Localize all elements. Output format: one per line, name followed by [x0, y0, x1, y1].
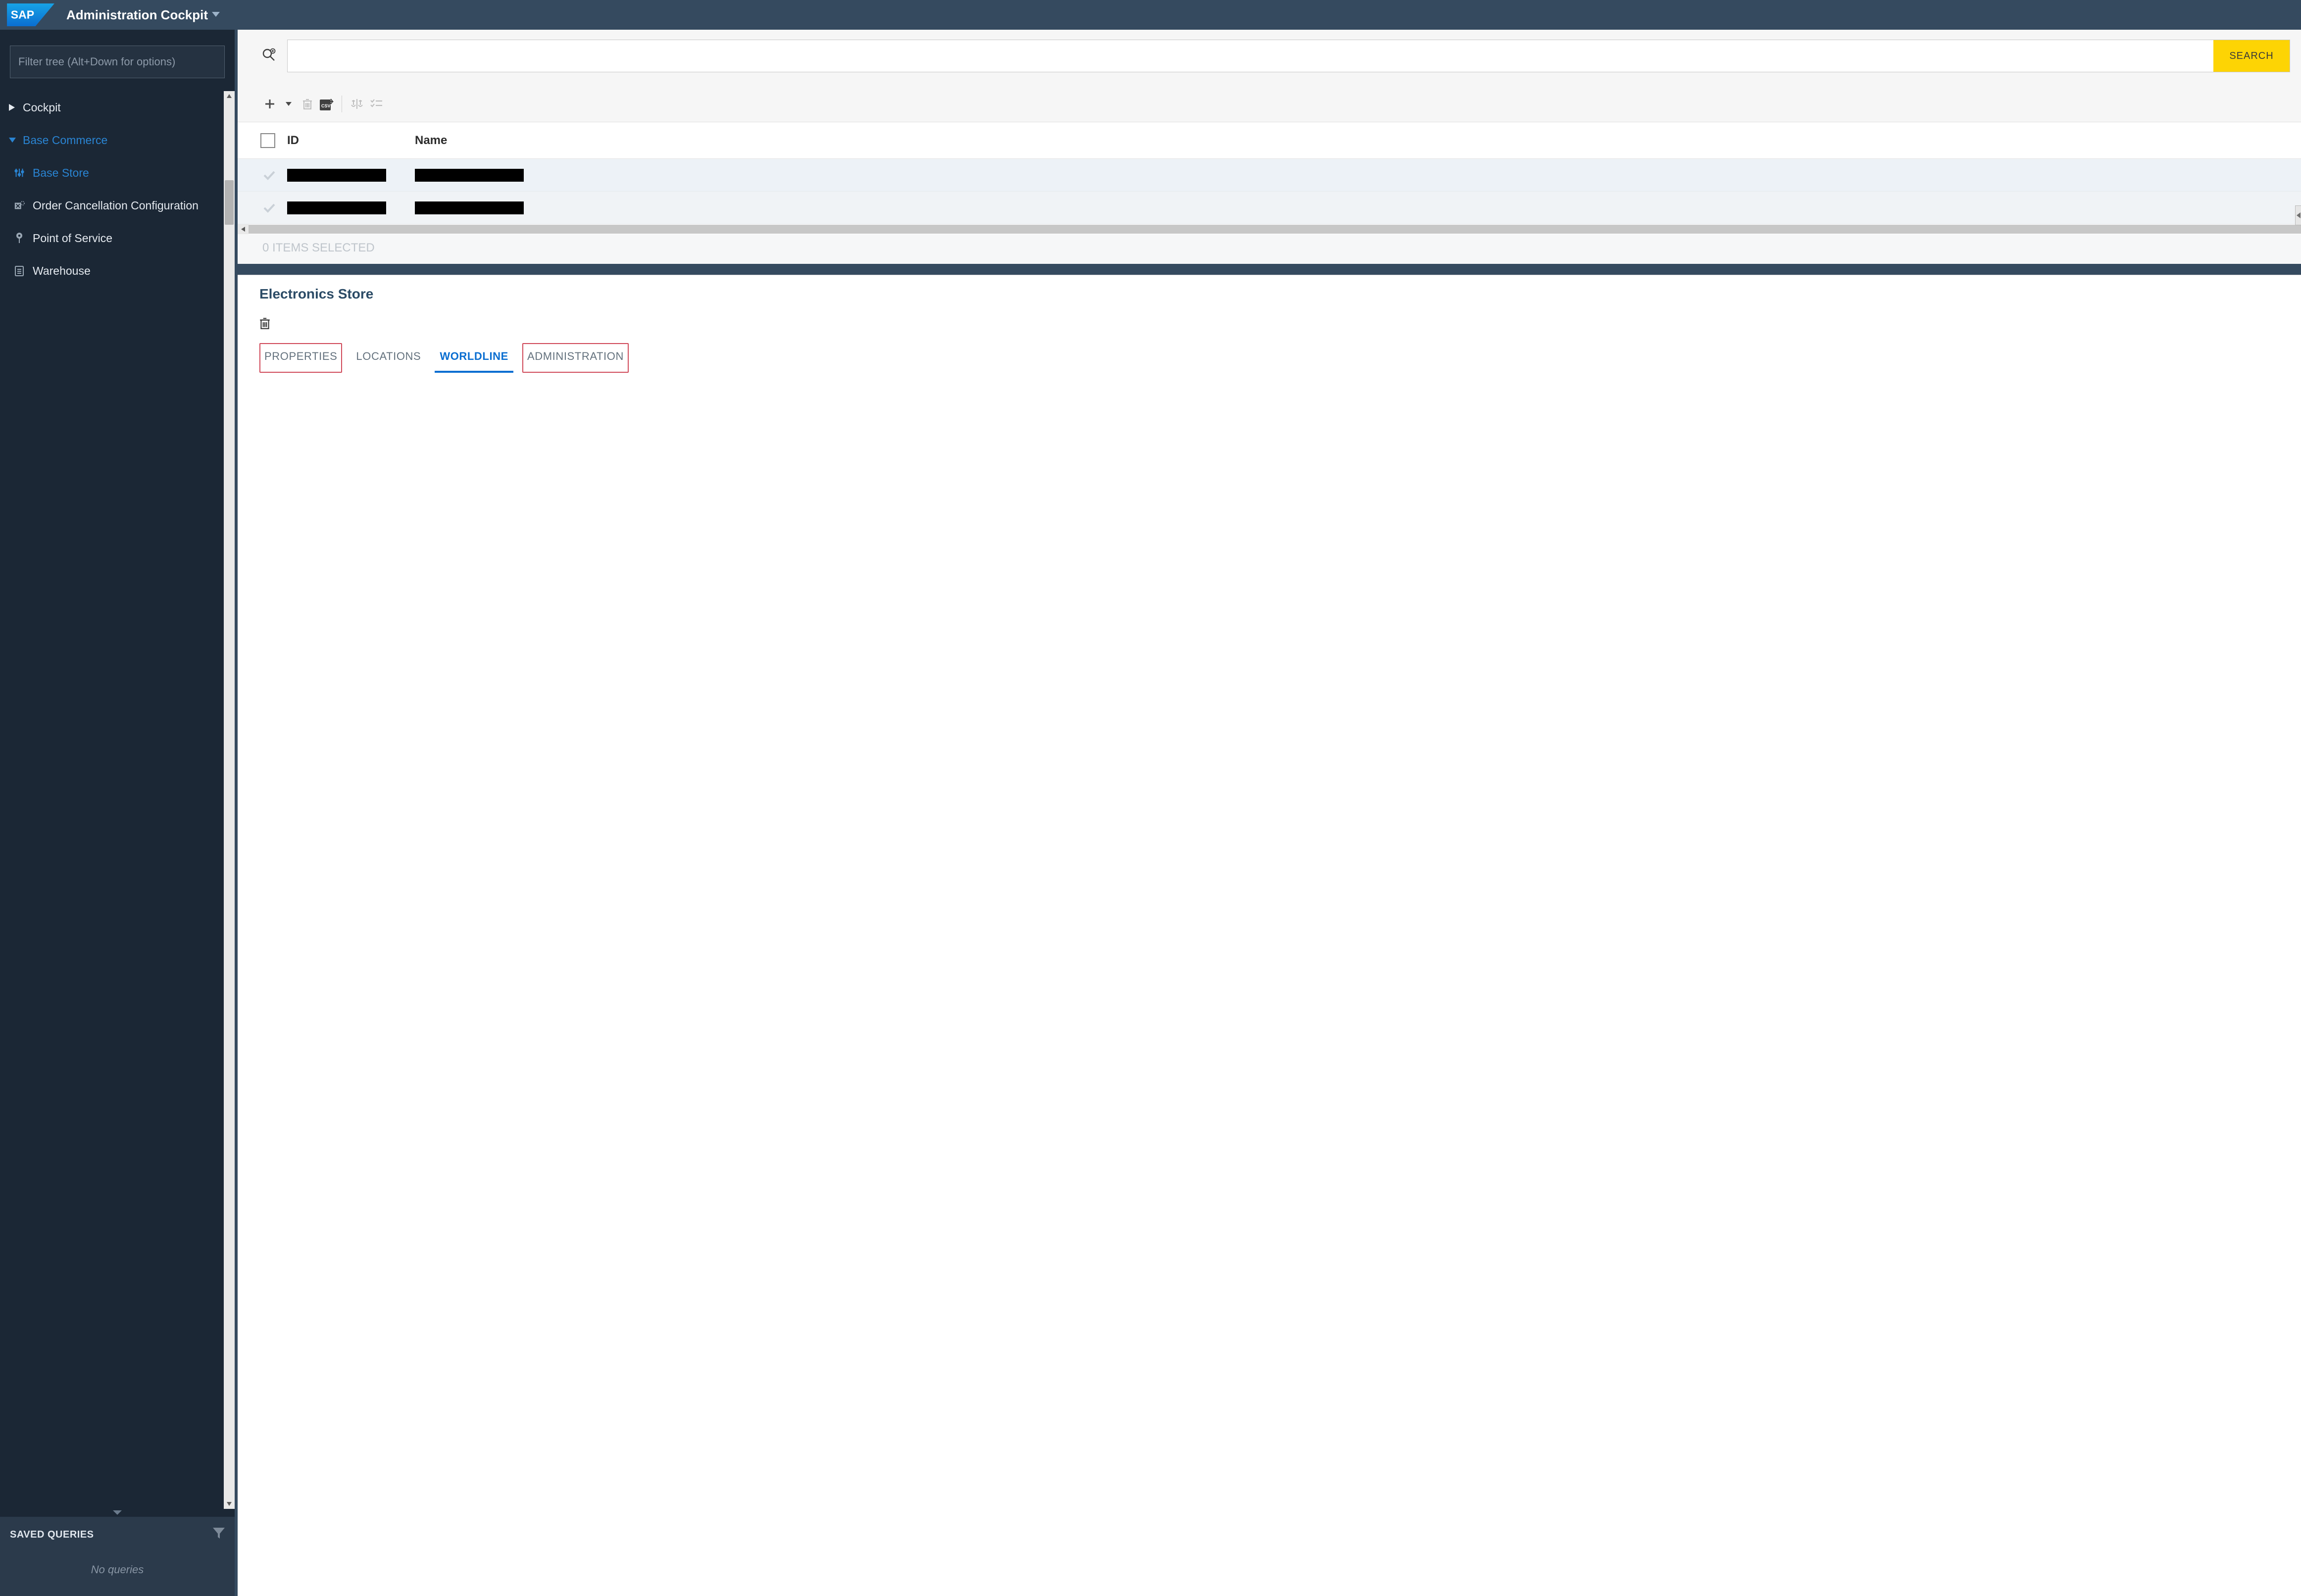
- scroll-track[interactable]: [249, 225, 2301, 234]
- search-box: SEARCH: [287, 40, 2290, 72]
- pin-icon: [13, 232, 26, 245]
- app-title: Administration Cockpit: [66, 7, 208, 23]
- content: SEARCH CSV: [238, 30, 2301, 1596]
- editor-delete-button[interactable]: [259, 323, 270, 332]
- tree-label: Point of Service: [33, 232, 112, 245]
- filter-icon[interactable]: [213, 1528, 225, 1542]
- selection-status: 0 ITEMS SELECTED: [238, 234, 2301, 264]
- collapse-handle-icon[interactable]: [2295, 205, 2301, 225]
- export-csv-button[interactable]: CSV: [318, 94, 336, 114]
- scroll-thumb[interactable]: [225, 180, 234, 225]
- redacted-id: [287, 169, 386, 182]
- sap-logo: SAP: [7, 3, 54, 26]
- list-toolbar: CSV: [238, 77, 2301, 122]
- tree-item-base-store[interactable]: Base Store: [0, 156, 224, 189]
- topbar: SAP Administration Cockpit: [0, 0, 2301, 30]
- table-row[interactable]: [238, 192, 2301, 224]
- table-header: ID Name: [238, 122, 2301, 159]
- cancel-config-icon: [13, 199, 26, 212]
- tab-worldline[interactable]: WORLDLINE: [435, 343, 513, 373]
- tab-locations[interactable]: LOCATIONS: [351, 343, 426, 373]
- scroll-track[interactable]: [224, 101, 235, 1499]
- select-all-checkbox[interactable]: [260, 133, 278, 148]
- add-dropdown-caret[interactable]: [280, 94, 297, 114]
- tree-item-point-of-service[interactable]: Point of Service: [0, 222, 224, 254]
- tree-label: Warehouse: [33, 264, 91, 278]
- table-row[interactable]: [238, 159, 2301, 192]
- editor-title: Electronics Store: [259, 286, 2281, 302]
- scroll-down-icon[interactable]: [224, 1499, 235, 1509]
- scroll-left-icon[interactable]: [238, 224, 249, 234]
- search-mode-icon[interactable]: [261, 48, 276, 65]
- editor-area: Electronics Store PROPERTIES LOCATIONS W…: [238, 275, 2301, 1596]
- tab-administration[interactable]: ADMINISTRATION: [522, 343, 629, 373]
- tree-label: Cockpit: [23, 101, 61, 114]
- caret-right-icon: [9, 104, 16, 111]
- row-check-icon[interactable]: [260, 203, 278, 213]
- search-input[interactable]: [288, 40, 2213, 72]
- caret-down-icon: [9, 138, 16, 143]
- tree-scrollbar[interactable]: [224, 91, 235, 1509]
- svg-text:CSV: CSV: [321, 103, 331, 108]
- saved-queries-empty: No queries: [10, 1542, 225, 1581]
- app-switcher[interactable]: Administration Cockpit: [66, 7, 220, 23]
- table-horizontal-scrollbar[interactable]: [238, 224, 2301, 234]
- sidebar-collapse-handle[interactable]: [0, 1509, 235, 1517]
- tree-item-base-commerce[interactable]: Base Commerce: [0, 124, 224, 156]
- editor-tabs: PROPERTIES LOCATIONS WORLDLINE ADMINISTR…: [259, 343, 2281, 373]
- search-button[interactable]: SEARCH: [2213, 40, 2290, 72]
- column-header-name[interactable]: Name: [415, 134, 2301, 148]
- redacted-id: [287, 201, 386, 214]
- editor-splitter[interactable]: [238, 264, 2301, 275]
- tree-item-cockpit[interactable]: Cockpit: [0, 91, 224, 124]
- tab-properties[interactable]: PROPERTIES: [259, 343, 342, 373]
- saved-queries-title: SAVED QUERIES: [10, 1529, 94, 1541]
- table-body: [238, 159, 2301, 224]
- tree: Cockpit Base Commerce Base St: [0, 91, 224, 1509]
- sidebar: Cockpit Base Commerce Base St: [0, 30, 238, 1596]
- filter-tree-input[interactable]: [10, 46, 225, 78]
- add-button[interactable]: [261, 94, 278, 114]
- clipboard-icon: [13, 264, 26, 277]
- caret-down-icon: [212, 10, 220, 19]
- bulk-edit-button[interactable]: [368, 94, 385, 114]
- compare-button[interactable]: [348, 94, 366, 114]
- redacted-name: [415, 169, 524, 182]
- scroll-up-icon[interactable]: [224, 91, 235, 101]
- row-check-icon[interactable]: [260, 170, 278, 180]
- tree-label: Base Commerce: [23, 134, 107, 147]
- delete-button[interactable]: [299, 94, 316, 114]
- tree-item-order-cancellation-config[interactable]: Order Cancellation Configuration: [0, 189, 224, 222]
- column-header-id[interactable]: ID: [287, 134, 406, 148]
- tree-label: Order Cancellation Configuration: [33, 199, 199, 212]
- redacted-name: [415, 201, 524, 214]
- tree-label: Base Store: [33, 166, 89, 180]
- saved-queries-panel: SAVED QUERIES No queries: [0, 1517, 235, 1596]
- tree-item-warehouse[interactable]: Warehouse: [0, 254, 224, 287]
- svg-text:SAP: SAP: [11, 8, 34, 21]
- sliders-icon: [13, 166, 26, 179]
